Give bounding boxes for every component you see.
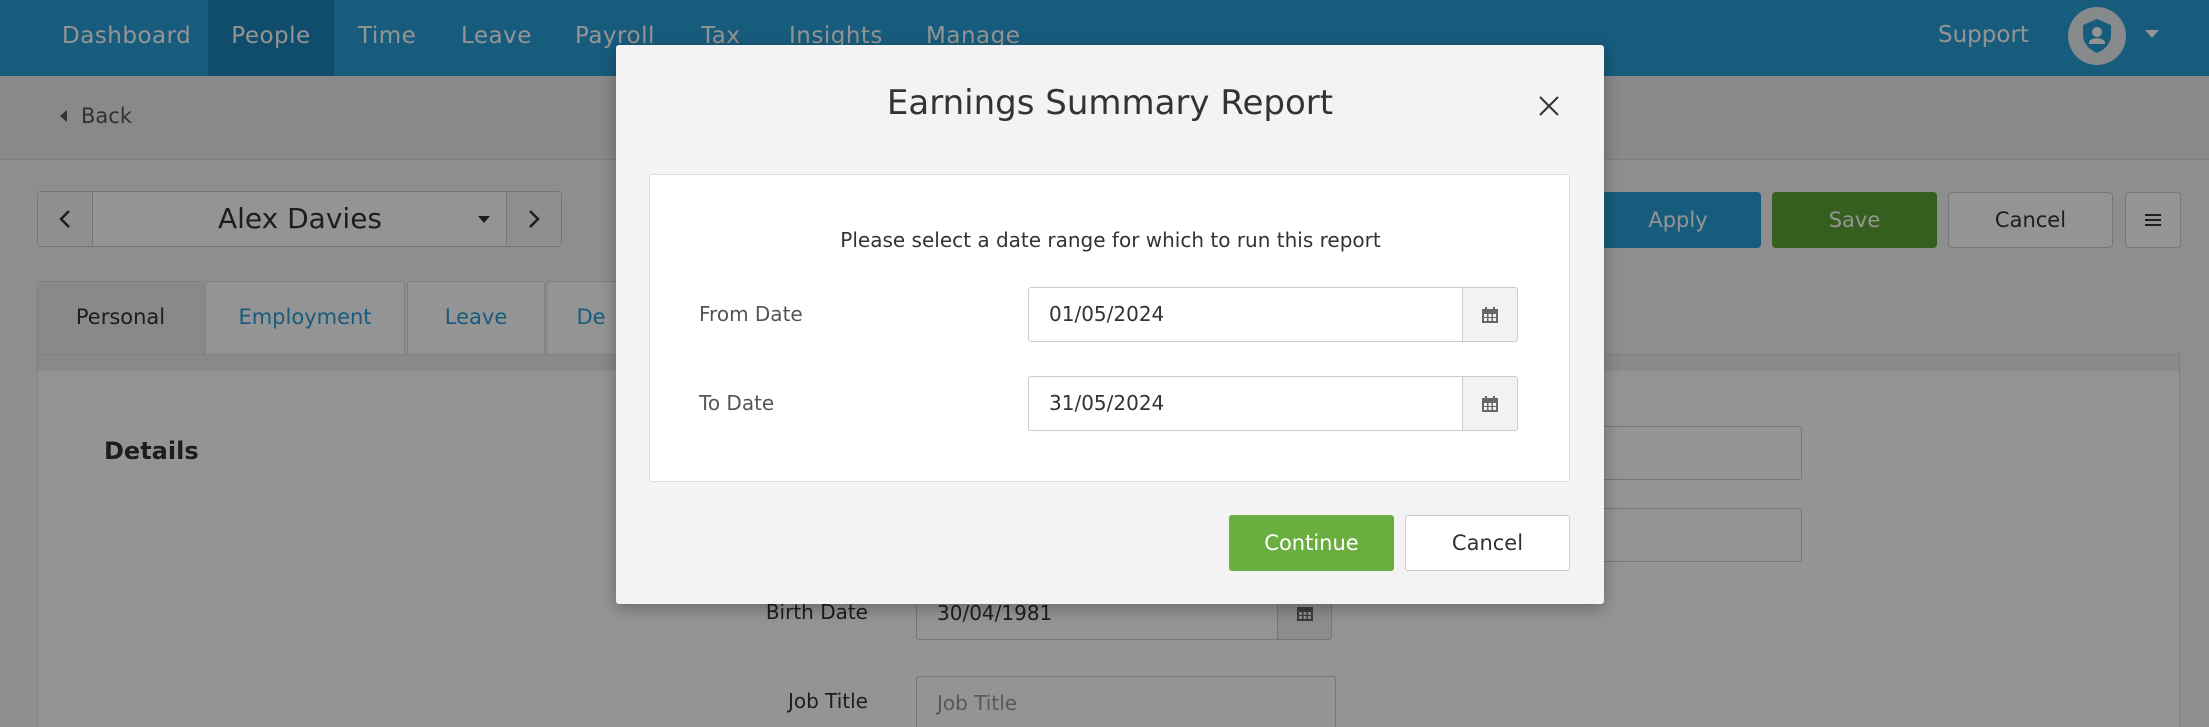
from-date-calendar-button[interactable] [1462, 287, 1518, 342]
from-date-input[interactable]: 01/05/2024 [1028, 287, 1463, 342]
to-date-calendar-button[interactable] [1462, 376, 1518, 431]
modal-title: Earnings Summary Report [886, 83, 1334, 123]
calendar-icon [1482, 306, 1498, 323]
to-date-input[interactable]: 31/05/2024 [1028, 376, 1463, 431]
to-date-label: To Date [699, 391, 775, 415]
close-icon [1539, 96, 1559, 116]
modal-cancel-button[interactable]: Cancel [1405, 515, 1570, 571]
close-button[interactable] [1534, 91, 1564, 121]
modal-body: Please select a date range for which to … [649, 174, 1570, 482]
from-date-label: From Date [699, 302, 803, 326]
continue-button[interactable]: Continue [1229, 515, 1394, 571]
modal-message: Please select a date range for which to … [840, 228, 1381, 252]
earnings-summary-modal: Earnings Summary Report Please select a … [616, 45, 1604, 604]
calendar-icon [1482, 395, 1498, 412]
